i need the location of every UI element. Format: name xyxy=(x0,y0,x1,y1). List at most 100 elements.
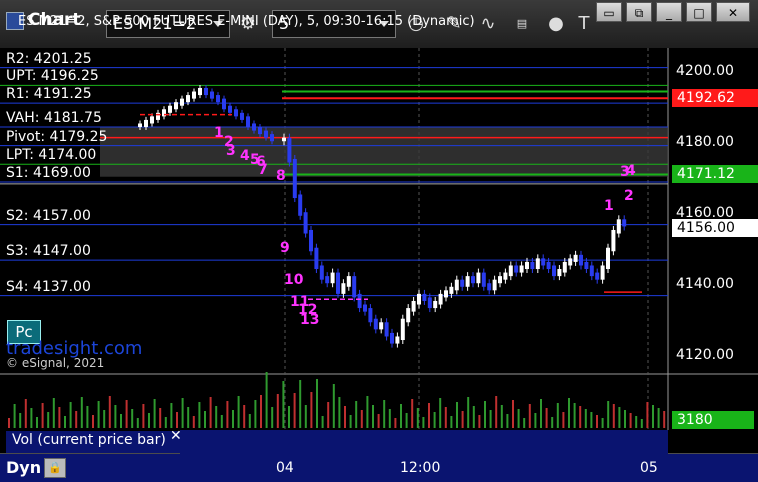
candle xyxy=(287,137,292,163)
count-label: 1 xyxy=(214,125,224,141)
volume-bar xyxy=(545,408,548,428)
volume-bar xyxy=(24,399,27,428)
value-area-band xyxy=(100,127,668,177)
volume-bar xyxy=(640,419,643,428)
candle xyxy=(174,102,178,110)
candle xyxy=(373,318,378,330)
volume-bar xyxy=(321,416,324,428)
candle xyxy=(180,98,184,106)
volume-bar xyxy=(332,384,335,428)
volume-bar xyxy=(299,380,302,428)
candle xyxy=(530,261,535,270)
volume-bar xyxy=(215,406,218,428)
candle xyxy=(481,272,486,287)
level-label: LPT: 4174.00 xyxy=(6,147,97,164)
volume-bar xyxy=(131,409,134,428)
candle xyxy=(150,116,154,124)
volume-bar xyxy=(316,379,318,428)
candle xyxy=(438,293,443,305)
level-label: R1: 4191.25 xyxy=(6,86,92,103)
volume-bar xyxy=(377,414,380,428)
volume-bar xyxy=(405,413,408,428)
price-tick-label: 4200.00 xyxy=(676,63,734,79)
candle xyxy=(546,261,551,270)
volume-footer xyxy=(180,430,668,454)
volume-bar xyxy=(534,413,537,428)
count-label: 8 xyxy=(276,168,286,184)
lock-icon[interactable]: 🔒 xyxy=(44,458,66,478)
candle xyxy=(336,272,340,294)
candle xyxy=(309,229,313,252)
candle xyxy=(611,229,616,252)
candle xyxy=(579,254,583,266)
candle xyxy=(234,109,238,117)
candle xyxy=(216,95,220,103)
volume-bar xyxy=(652,405,654,428)
candle xyxy=(186,95,190,103)
candle xyxy=(584,261,589,270)
volume-bar xyxy=(8,418,10,428)
candle xyxy=(138,123,142,128)
candle xyxy=(417,293,421,305)
candle xyxy=(168,105,172,113)
volume-tag: 3180 xyxy=(672,411,754,429)
volume-bar xyxy=(327,402,330,428)
volume-bar xyxy=(394,418,397,428)
candle xyxy=(228,105,232,113)
volume-bar xyxy=(159,408,162,428)
price-tick-label: 4180.00 xyxy=(676,134,734,150)
candle xyxy=(192,91,196,99)
price-tick-label: 4120.00 xyxy=(676,347,734,363)
volume-bar xyxy=(265,372,268,428)
candle xyxy=(498,276,502,284)
dyn-mode[interactable]: Dyn xyxy=(6,458,41,477)
candle xyxy=(330,272,335,284)
candle xyxy=(314,247,319,270)
candle xyxy=(240,112,244,120)
level-label: R2: 4201.25 xyxy=(6,50,92,67)
volume-bar xyxy=(41,403,44,428)
candle xyxy=(292,158,297,199)
volume-bar xyxy=(304,405,307,428)
candle xyxy=(282,137,286,142)
volume-bar xyxy=(433,412,436,428)
volume-bar xyxy=(523,418,526,428)
volume-bar xyxy=(310,392,313,428)
volume-bar xyxy=(220,415,223,428)
time-tick-label: 05 xyxy=(640,460,658,476)
volume-bar xyxy=(52,398,55,428)
last-price-tag: 4156.00 xyxy=(672,219,758,237)
candle xyxy=(449,286,454,294)
volume-bar xyxy=(383,400,386,428)
volume-bar xyxy=(400,404,402,428)
candle xyxy=(573,254,578,262)
volume-bar xyxy=(187,407,190,428)
candle xyxy=(406,308,411,323)
close-icon[interactable]: ✕ xyxy=(170,428,182,444)
volume-bar xyxy=(388,409,391,428)
volume-bar xyxy=(551,417,554,428)
candle xyxy=(395,336,400,344)
candle xyxy=(246,116,250,128)
candle xyxy=(514,265,519,273)
candle xyxy=(298,194,303,216)
volume-bar xyxy=(176,412,178,428)
volume-bar xyxy=(355,401,358,428)
candle xyxy=(384,322,389,337)
volume-bar xyxy=(517,409,520,428)
volume-bar xyxy=(282,381,285,428)
volume-bar xyxy=(164,417,167,428)
price-chart[interactable]: 123 4 567 89101112131234 xyxy=(0,0,758,482)
volume-bar xyxy=(288,406,290,428)
volume-bar xyxy=(19,413,22,428)
volume-bar xyxy=(148,413,150,428)
candle xyxy=(508,265,513,277)
level-label: S3: 4147.00 xyxy=(6,243,91,260)
volume-bar xyxy=(293,393,296,428)
volume-bar xyxy=(512,400,514,428)
candle xyxy=(562,261,567,273)
volume-bar xyxy=(192,416,195,428)
volume-bar xyxy=(75,411,78,428)
volume-bar xyxy=(108,396,111,428)
volume-bar xyxy=(629,413,632,428)
